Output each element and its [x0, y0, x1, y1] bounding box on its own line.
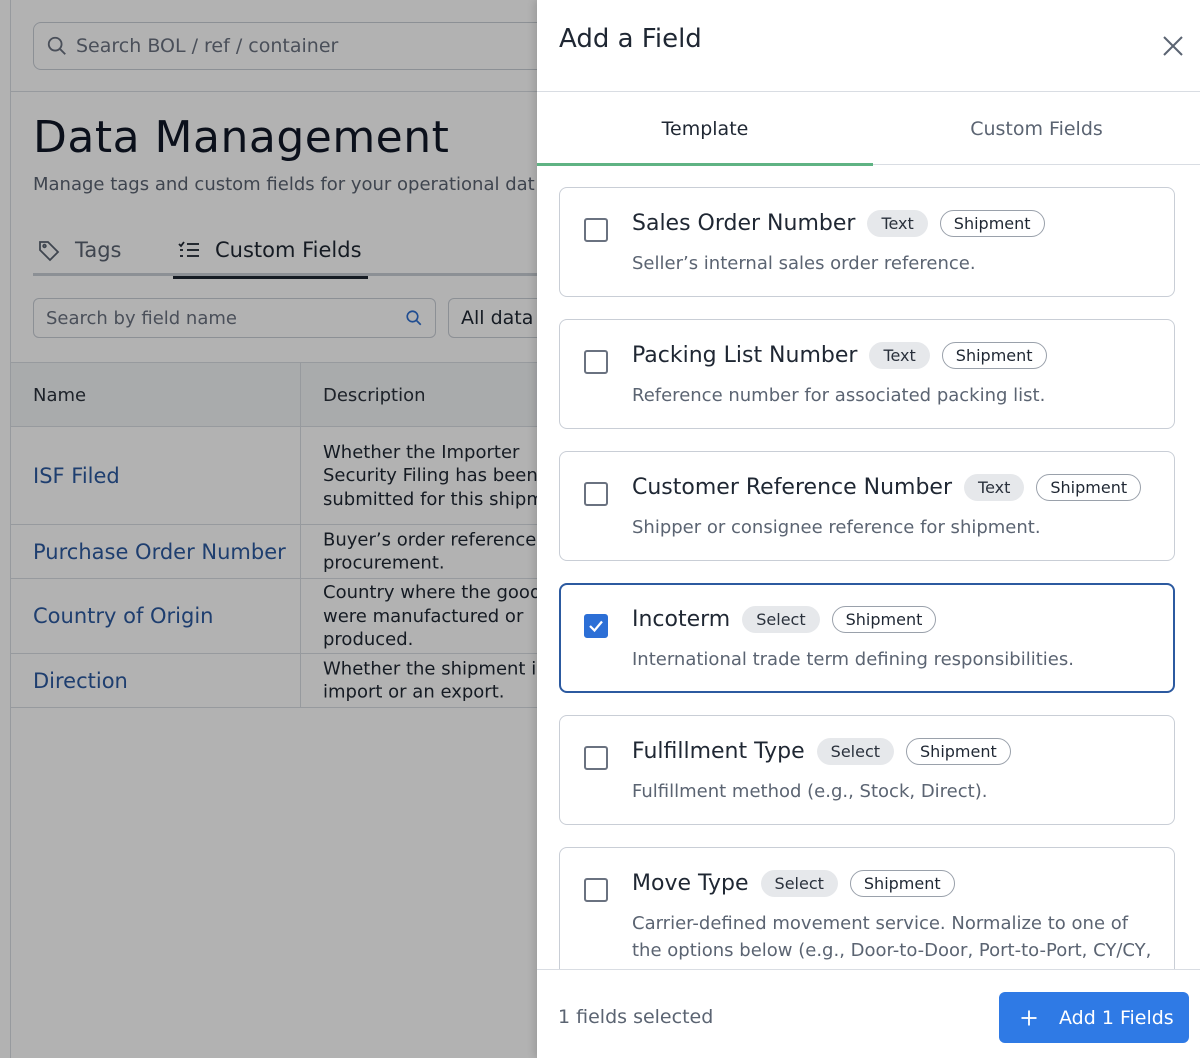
- field-description: Carrier-defined movement service. Normal…: [632, 913, 1152, 969]
- field-checkbox[interactable]: [584, 878, 608, 902]
- add-fields-label: Add 1 Fields: [1059, 1006, 1174, 1029]
- scope-badge: Shipment: [939, 210, 1045, 237]
- field-card-move-type[interactable]: Move Type Select Shipment Carrier-define…: [559, 847, 1175, 969]
- type-badge: Text: [869, 342, 930, 369]
- field-description: Reference number for associated packing …: [632, 385, 1046, 406]
- field-description: International trade term defining respon…: [632, 649, 1074, 670]
- field-title: Move Type: [632, 871, 749, 896]
- drawer-footer: 1 fields selected Add 1 Fields: [537, 969, 1200, 1058]
- scope-badge: Shipment: [831, 606, 937, 633]
- type-badge: Select: [760, 870, 838, 897]
- field-checkbox[interactable]: [584, 350, 608, 374]
- drawer-title: Add a Field: [559, 24, 702, 54]
- field-title: Packing List Number: [632, 343, 858, 368]
- field-card-packing-list-number[interactable]: Packing List Number Text Shipment Refere…: [559, 319, 1175, 429]
- close-button[interactable]: [1157, 30, 1189, 62]
- type-badge: Text: [867, 210, 928, 237]
- field-title: Fulfillment Type: [632, 739, 805, 764]
- add-field-drawer: Add a Field Template Custom Fields Sales…: [537, 0, 1200, 1058]
- field-title: Incoterm: [632, 607, 731, 632]
- modal-backdrop[interactable]: [0, 0, 537, 1058]
- tab-custom-fields[interactable]: Custom Fields: [873, 92, 1200, 165]
- check-icon: [589, 620, 603, 633]
- drawer-tabs: Template Custom Fields: [537, 92, 1200, 166]
- scope-badge: Shipment: [849, 870, 955, 897]
- field-description: Seller’s internal sales order reference.: [632, 253, 976, 274]
- field-checkbox[interactable]: [584, 614, 608, 638]
- tab-template[interactable]: Template: [537, 92, 873, 166]
- field-checkbox[interactable]: [584, 746, 608, 770]
- plus-icon: [1021, 1010, 1037, 1025]
- field-card-customer-reference-number[interactable]: Customer Reference Number Text Shipment …: [559, 451, 1175, 561]
- selected-count: 1 fields selected: [558, 1006, 714, 1028]
- field-checkbox[interactable]: [584, 482, 608, 506]
- field-card-fulfillment-type[interactable]: Fulfillment Type Select Shipment Fulfill…: [559, 715, 1175, 825]
- type-badge: Select: [816, 738, 895, 765]
- scope-badge: Shipment: [941, 342, 1047, 369]
- template-field-list[interactable]: Sales Order Number Text Shipment Seller’…: [537, 166, 1200, 969]
- add-fields-button[interactable]: Add 1 Fields: [999, 992, 1189, 1043]
- scope-badge: Shipment: [1036, 474, 1142, 501]
- field-title: Sales Order Number: [632, 211, 856, 236]
- field-description: Fulfillment method (e.g., Stock, Direct)…: [632, 781, 988, 802]
- type-badge: Select: [742, 606, 820, 633]
- scope-badge: Shipment: [906, 738, 1011, 765]
- field-title: Customer Reference Number: [632, 475, 953, 500]
- type-badge: Text: [964, 474, 1025, 501]
- close-icon: [1163, 36, 1183, 56]
- field-description: Shipper or consignee reference for shipm…: [632, 517, 1041, 538]
- drawer-header: Add a Field: [537, 0, 1200, 92]
- field-card-incoterm[interactable]: Incoterm Select Shipment International t…: [559, 583, 1175, 693]
- field-card-sales-order-number[interactable]: Sales Order Number Text Shipment Seller’…: [559, 187, 1175, 297]
- field-checkbox[interactable]: [584, 218, 608, 242]
